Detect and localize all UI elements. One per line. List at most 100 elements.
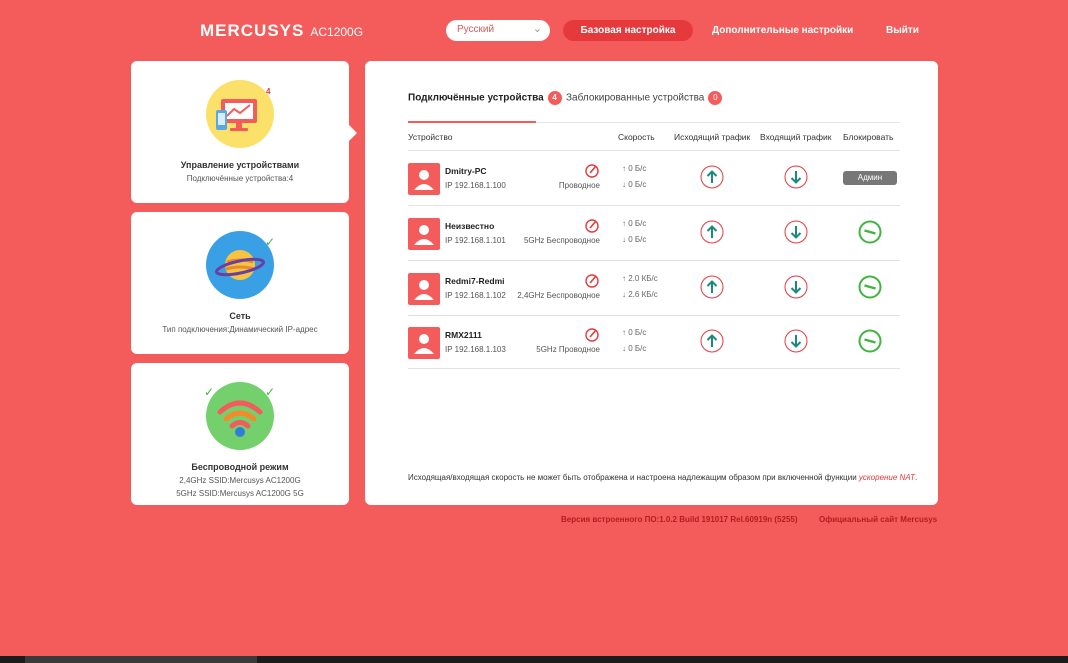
devices-count-badge: 4	[266, 87, 271, 96]
upload-speed: ↑ 0 Б/с	[622, 328, 647, 337]
card-device-management[interactable]: 4 Управление устройствами Подключённые у…	[131, 61, 357, 203]
active-card-pointer	[349, 125, 357, 141]
device-ip: IP 192.168.1.103	[445, 345, 506, 354]
tab-label: Подключённые устройства	[408, 92, 544, 104]
logout-button[interactable]: Выйти	[886, 25, 919, 36]
language-select[interactable]: Русский ⌄	[446, 20, 550, 41]
block-minus-icon[interactable]	[858, 220, 882, 244]
table-row: RMX2111 IP 192.168.1.103 5GHz Проводное …	[408, 315, 900, 369]
card-title: Сеть	[229, 311, 251, 321]
devices-icon	[206, 80, 274, 148]
device-name: Dmitry-PC	[445, 166, 487, 176]
admin-badge: Админ	[843, 171, 897, 185]
note-text: Исходящая/входящая скорость не может быт…	[408, 473, 859, 482]
upload-speed-value: 0 Б/с	[628, 164, 647, 173]
edit-icon[interactable]	[584, 273, 600, 289]
device-ip: IP 192.168.1.101	[445, 236, 506, 245]
connection-type: Проводное	[558, 181, 600, 190]
incoming-traffic-arrow-down-icon[interactable]	[784, 275, 808, 299]
wifi-icon	[206, 382, 274, 450]
blocked-count-badge: 0	[708, 91, 723, 105]
firmware-version: Версия встроенного ПО:1.0.2 Build 191017…	[561, 515, 798, 524]
download-speed-value: 0 Б/с	[628, 344, 647, 353]
divider	[408, 368, 900, 369]
user-avatar-icon	[408, 218, 440, 250]
chevron-down-icon: ⌄	[532, 23, 542, 35]
upload-speed: ↑ 0 Б/с	[622, 164, 647, 173]
column-header-incoming: Входящий трафик	[760, 132, 832, 142]
upload-speed-value: 0 Б/с	[628, 219, 647, 228]
nav-basic-settings[interactable]: Базовая настройка	[563, 20, 693, 41]
user-avatar-icon	[408, 163, 440, 195]
os-taskbar	[0, 656, 1068, 663]
status-ok-icon: ✓	[265, 385, 276, 399]
column-header-block: Блокировать	[843, 132, 894, 142]
tab-blocked-devices[interactable]: Заблокированные устройства 0	[566, 91, 723, 105]
tab-label: Заблокированные устройства	[566, 92, 705, 104]
upload-speed: ↑ 0 Б/с	[622, 219, 647, 228]
user-avatar-icon	[408, 327, 440, 359]
device-name: Redmi7-Redmi	[445, 276, 505, 286]
outgoing-traffic-arrow-up-icon[interactable]	[700, 220, 724, 244]
language-value: Русский	[457, 24, 495, 35]
connection-type: 5GHz Беспроводное	[523, 236, 600, 245]
connection-type: 5GHz Проводное	[536, 345, 600, 354]
upload-speed-value: 0 Б/с	[628, 328, 647, 337]
column-header-outgoing: Исходящий трафик	[674, 132, 751, 142]
table-row: Redmi7-Redmi IP 192.168.1.102 2,4GHz Бес…	[408, 261, 900, 315]
card-subtitle: Подключённые устройства:4	[186, 174, 294, 183]
outgoing-traffic-arrow-up-icon[interactable]	[700, 275, 724, 299]
tab-connected-devices[interactable]: Подключённые устройства 4	[408, 91, 562, 105]
nav-advanced-settings[interactable]: Дополнительные настройки	[712, 25, 853, 36]
nat-note: Исходящая/входящая скорость не может быт…	[408, 473, 917, 482]
download-speed: ↓ 0 Б/с	[622, 180, 647, 189]
download-speed-value: 2.6 КБ/с	[628, 290, 658, 299]
ssid-5ghz: 5GHz SSID:Mercusys AC1200G 5G	[176, 489, 304, 498]
taskbar-item[interactable]	[25, 656, 257, 663]
status-ok-icon: ✓	[265, 235, 276, 249]
card-wireless[interactable]: ✓ ✓ Беспроводной режим 2,4GHz SSID:Mercu…	[131, 363, 349, 505]
device-ip: IP 192.168.1.102	[445, 291, 506, 300]
status-ok-icon: ✓	[204, 385, 215, 399]
block-minus-icon[interactable]	[858, 329, 882, 353]
ssid-24ghz: 2,4GHz SSID:Mercusys AC1200G	[179, 476, 301, 485]
device-ip: IP 192.168.1.100	[445, 181, 506, 190]
table-row: Неизвестно IP 192.168.1.101 5GHz Беспров…	[408, 206, 900, 260]
note-end: .	[914, 473, 918, 482]
device-name: RMX2111	[445, 330, 482, 340]
upload-speed: ↑ 2.0 КБ/с	[622, 274, 658, 283]
download-speed-value: 0 Б/с	[628, 180, 647, 189]
table-row: Dmitry-PC IP 192.168.1.100 Проводное ↑ 0…	[408, 151, 900, 205]
column-header-speed: Скорость	[618, 132, 655, 142]
user-avatar-icon	[408, 273, 440, 305]
outgoing-traffic-arrow-up-icon[interactable]	[700, 165, 724, 189]
device-name: Неизвестно	[445, 221, 495, 231]
outgoing-traffic-arrow-up-icon[interactable]	[700, 329, 724, 353]
model-name: AC1200G	[310, 25, 364, 39]
card-subtitle: Тип подключения:Динамический IP-адрес	[162, 325, 318, 334]
incoming-traffic-arrow-down-icon[interactable]	[784, 165, 808, 189]
download-speed: ↓ 0 Б/с	[622, 235, 647, 244]
official-site-link[interactable]: Официальный сайт Mercusys	[819, 515, 937, 524]
card-network[interactable]: ✓ Сеть Тип подключения:Динамический IP-а…	[131, 212, 349, 354]
edit-icon[interactable]	[584, 327, 600, 343]
nat-acceleration-link[interactable]: ускорение NAT	[859, 473, 915, 482]
download-speed: ↓ 2.6 КБ/с	[622, 290, 658, 299]
block-minus-icon[interactable]	[858, 275, 882, 299]
upload-speed-value: 2.0 КБ/с	[628, 274, 658, 283]
edit-icon[interactable]	[584, 163, 600, 179]
brand-logo: MERCUSYS AC1200G	[200, 21, 363, 41]
device-panel: Подключённые устройства 4 Заблокированные…	[365, 61, 938, 505]
card-title: Управление устройствами	[180, 160, 300, 170]
download-speed: ↓ 0 Б/с	[622, 344, 647, 353]
top-bar: MERCUSYS AC1200G Русский ⌄ Базовая настро…	[0, 0, 1068, 60]
incoming-traffic-arrow-down-icon[interactable]	[784, 220, 808, 244]
incoming-traffic-arrow-down-icon[interactable]	[784, 329, 808, 353]
connected-count-badge: 4	[547, 91, 562, 105]
download-speed-value: 0 Б/с	[628, 235, 647, 244]
planet-icon	[206, 231, 274, 299]
edit-icon[interactable]	[584, 218, 600, 234]
card-title: Беспроводной режим	[191, 462, 289, 472]
connection-type: 2,4GHz Беспроводное	[517, 291, 600, 300]
logo-text: MERCUSYS	[200, 21, 305, 40]
